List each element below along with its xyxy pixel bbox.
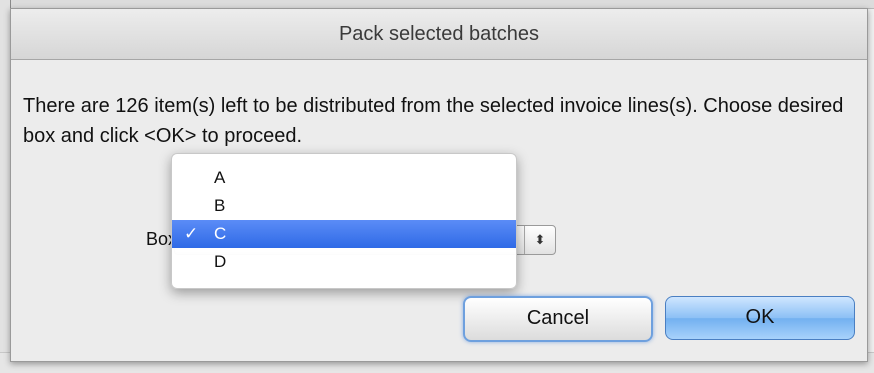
checkmark-icon: ✓ xyxy=(184,224,199,243)
menu-item-d[interactable]: D xyxy=(172,248,516,276)
menu-item-b[interactable]: B xyxy=(172,192,516,220)
up-down-arrows-icon: ⬍ xyxy=(524,226,555,254)
menu-item-label: B xyxy=(214,196,226,215)
menu-item-c[interactable]: ✓ C xyxy=(172,220,516,248)
ok-button[interactable]: OK xyxy=(665,296,855,340)
box-dropdown-menu: A B ✓ C D xyxy=(171,153,517,289)
cancel-button[interactable]: Cancel xyxy=(463,296,653,342)
menu-item-label: A xyxy=(214,168,226,187)
dialog-title: Pack selected batches xyxy=(338,23,540,45)
menu-item-label: D xyxy=(214,252,227,271)
dialog-titlebar[interactable]: Pack selected batches xyxy=(11,9,867,60)
menu-item-label: C xyxy=(214,224,227,243)
pack-batches-dialog: Pack selected batches There are 126 item… xyxy=(10,8,868,362)
menu-item-a[interactable]: A xyxy=(172,164,516,192)
dialog-message: There are 126 item(s) left to be distrib… xyxy=(23,95,844,147)
